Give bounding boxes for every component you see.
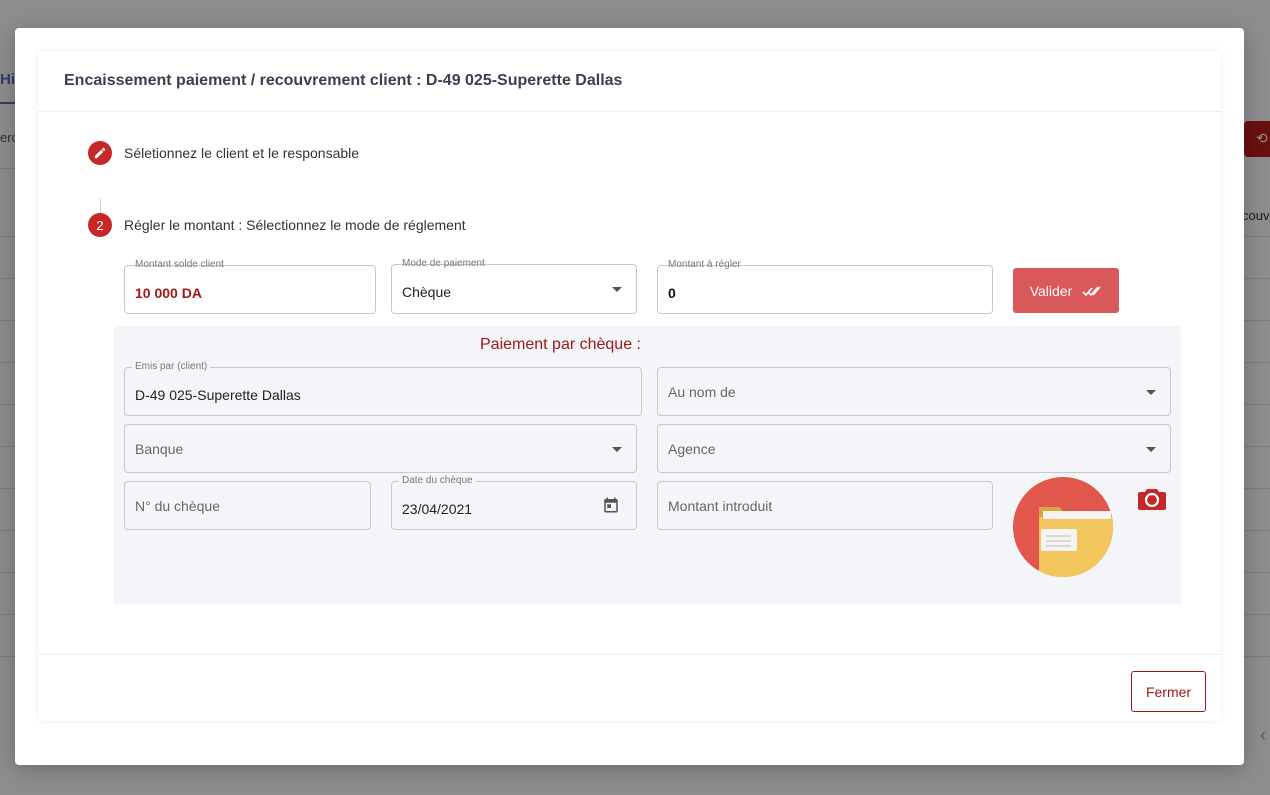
montant-introduit-placeholder: Montant introduit — [668, 498, 773, 514]
agence-placeholder: Agence — [668, 441, 716, 457]
montant-regler-value: 0 — [668, 285, 676, 301]
banque-select[interactable]: Banque — [124, 424, 637, 473]
cheque-panel-title: Paiement par chèque : — [480, 336, 641, 353]
caret-down-icon — [1146, 447, 1156, 452]
au-nom-de-select[interactable]: Au nom de — [657, 367, 1171, 416]
valider-label: Valider — [1029, 282, 1073, 299]
solde-client-value: 10 000 DA — [135, 285, 202, 301]
payment-modal: Encaissement paiement / recouvrement cli… — [15, 28, 1244, 765]
folder-upload-icon[interactable] — [1013, 477, 1113, 577]
caret-down-icon — [612, 287, 622, 292]
step-2-marker: 2 — [88, 213, 112, 237]
caret-down-icon — [1146, 390, 1156, 395]
date-cheque-value: 23/04/2021 — [402, 501, 473, 517]
caret-down-icon — [612, 447, 622, 452]
emis-par-field[interactable]: Emis par (client) D-49 025-Superette Dal… — [124, 361, 642, 416]
step-1-label: Séletionnez le client et le responsable — [124, 145, 360, 161]
emis-par-value: D-49 025-Superette Dallas — [135, 387, 301, 403]
solde-client-label: Montant solde client — [132, 259, 227, 270]
date-cheque-input[interactable]: Date du chèque 23/04/2021 — [391, 475, 637, 530]
numero-cheque-placeholder: N° du chèque — [135, 498, 220, 514]
mode-paiement-label: Mode de paiement — [399, 258, 488, 269]
step-1-marker — [88, 141, 112, 165]
pencil-icon — [94, 147, 106, 159]
solde-client-field[interactable]: Montant solde client 10 000 DA — [124, 259, 376, 314]
modal-card: Encaissement paiement / recouvrement cli… — [38, 51, 1221, 721]
emis-par-label: Emis par (client) — [132, 361, 211, 372]
folder-icon — [1039, 507, 1113, 577]
mode-paiement-value: Chèque — [402, 284, 452, 300]
double-check-icon — [1082, 285, 1101, 296]
camera-icon[interactable] — [1137, 486, 1167, 512]
date-cheque-label: Date du chèque — [399, 475, 476, 486]
au-nom-de-placeholder: Au nom de — [668, 384, 736, 400]
montant-regler-label: Montant à régler — [665, 259, 744, 270]
modal-title: Encaissement paiement / recouvrement cli… — [38, 51, 1221, 112]
calendar-icon[interactable] — [602, 496, 620, 514]
montant-regler-input[interactable]: Montant à régler 0 — [657, 259, 993, 314]
mode-paiement-select[interactable]: Mode de paiement Chèque — [391, 258, 637, 314]
banque-placeholder: Banque — [135, 441, 184, 457]
modal-footer: Fermer — [38, 654, 1221, 721]
valider-button[interactable]: Valider — [1013, 268, 1119, 313]
agence-select[interactable]: Agence — [657, 424, 1171, 473]
step-2-label: Régler le montant : Sélectionnez le mode… — [124, 217, 466, 233]
cheque-panel: Paiement par chèque : Emis par (client) … — [114, 326, 1181, 604]
fermer-button[interactable]: Fermer — [1131, 671, 1206, 712]
montant-introduit-input[interactable]: Montant introduit — [657, 481, 993, 530]
step-1[interactable]: Séletionnez le client et le responsable — [88, 141, 359, 165]
step-2[interactable]: 2 Régler le montant : Sélectionnez le mo… — [88, 213, 466, 237]
numero-cheque-input[interactable]: N° du chèque — [124, 481, 371, 530]
